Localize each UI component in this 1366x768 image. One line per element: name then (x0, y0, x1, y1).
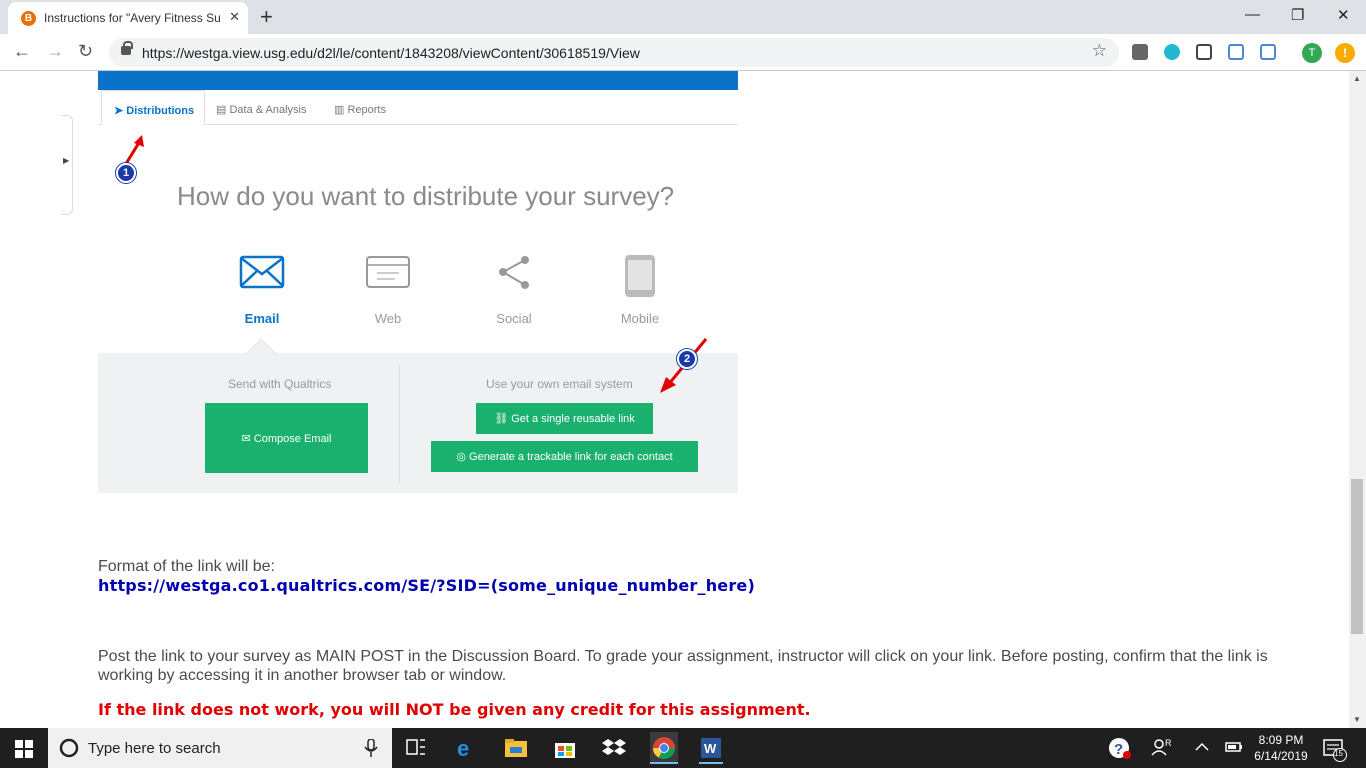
browser-tab-strip: B Instructions for "Avery Fitness Su ✕ +… (0, 0, 1366, 34)
link-icon: ⛓ (494, 413, 512, 425)
svg-text:W: W (704, 741, 717, 756)
distribution-question: How do you want to distribute your surve… (177, 181, 675, 211)
bar-chart-icon: ▥ (334, 104, 348, 116)
page-scrollbar[interactable]: ▲ ▼ (1349, 71, 1366, 728)
extension-icon[interactable] (1132, 44, 1148, 60)
store-icon[interactable] (553, 736, 577, 760)
address-bar[interactable]: https://westga.view.usg.edu/d2l/le/conte… (109, 38, 1119, 67)
lock-icon (121, 41, 133, 55)
right-panel-title: Use your own email system (486, 377, 633, 391)
tab-distributions: ➤ Distributions (101, 90, 206, 125)
action-center-icon[interactable]: 15 (1322, 736, 1347, 762)
qualtrics-screenshot: ➤ Distributions ▤ Data & Analysis ▥ Repo… (98, 71, 738, 493)
browser-tab[interactable]: B Instructions for "Avery Fitness Su ✕ (8, 2, 248, 34)
reload-icon[interactable]: ↻ (78, 41, 93, 62)
word-icon[interactable]: W (699, 732, 723, 764)
distribution-panel: Send with Qualtrics ✉ Compose Email Use … (98, 353, 738, 493)
system-clock[interactable]: 8:09 PM 6/14/2019 (1246, 732, 1316, 764)
taskbar-search[interactable]: Type here to search (48, 728, 392, 768)
envelope-icon: ✉ (241, 433, 254, 445)
share-icon (499, 256, 529, 289)
update-alert-icon[interactable]: ! (1335, 43, 1355, 63)
help-icon[interactable]: ? (1108, 736, 1132, 760)
back-icon[interactable]: ← (13, 41, 31, 62)
reusable-link-button: ⛓ Get a single reusable link (476, 403, 653, 434)
microphone-icon[interactable] (364, 739, 378, 759)
option-mobile: Mobile (595, 255, 685, 326)
media-icon[interactable] (1196, 44, 1212, 60)
data-icon: ▤ (216, 104, 230, 116)
scroll-down-icon[interactable]: ▼ (1353, 715, 1361, 724)
browser-toolbar: ← → ↻ https://westga.view.usg.edu/d2l/le… (0, 34, 1366, 71)
sidebar-toggle[interactable]: ▶ (61, 115, 73, 215)
task-view-icon[interactable] (405, 736, 429, 760)
windows-start-icon[interactable] (15, 740, 33, 758)
forward-icon[interactable]: → (46, 41, 64, 62)
trackable-link-button: ◎ Generate a trackable link for each con… (431, 441, 698, 472)
mobile-phone-icon (625, 255, 655, 297)
dropbox-icon[interactable] (602, 736, 626, 760)
qualtrics-header-bar (98, 71, 738, 90)
url-text[interactable]: https://westga.view.usg.edu/d2l/le/conte… (142, 45, 640, 61)
step-marker-1: 1 (116, 163, 136, 183)
scroll-up-icon[interactable]: ▲ (1353, 74, 1361, 83)
page-content: ▶ ➤ Distributions ▤ Data & Analysis ▥ Re… (0, 71, 1349, 728)
compose-email-button: ✉ Compose Email (205, 403, 368, 473)
search-placeholder: Type here to search (88, 740, 221, 757)
extension-icon[interactable] (1228, 44, 1244, 60)
svg-text:e: e (457, 736, 469, 760)
option-social: Social (469, 255, 559, 326)
chevron-up-icon[interactable] (1193, 736, 1217, 760)
clock-time: 8:09 PM (1258, 733, 1304, 747)
profile-avatar[interactable]: T (1302, 43, 1322, 63)
survey-link-format[interactable]: https://westga.co1.qualtrics.com/SE/?SID… (98, 576, 755, 595)
scroll-thumb[interactable] (1351, 479, 1363, 634)
windows-taskbar: Type here to search e W ? R 8:09 PM 6/14… (0, 728, 1366, 768)
svg-text:R: R (1165, 738, 1172, 748)
extension-icon[interactable] (1260, 44, 1276, 60)
option-email: Email (217, 255, 307, 326)
option-web: Web (343, 255, 433, 326)
envelope-icon (239, 255, 285, 289)
instructions-paragraph: Post the link to your survey as MAIN POS… (98, 648, 1268, 684)
close-window-icon[interactable]: ✕ (1337, 6, 1350, 24)
bookmark-star-icon[interactable]: ☆ (1092, 41, 1107, 61)
file-explorer-icon[interactable] (504, 736, 528, 760)
tab-title: Instructions for "Avery Fitness Su (44, 11, 221, 25)
left-panel-title: Send with Qualtrics (228, 377, 332, 391)
restore-icon[interactable]: ❐ (1291, 6, 1304, 24)
clock-date: 6/14/2019 (1254, 749, 1308, 763)
paper-plane-icon: ➤ (114, 105, 127, 117)
warning-text: If the link does not work, you will NOT … (98, 700, 811, 719)
battery-icon[interactable] (1224, 736, 1248, 760)
cortana-icon (59, 738, 79, 758)
minimize-icon[interactable]: — (1245, 6, 1260, 23)
extension-icon[interactable] (1164, 44, 1180, 60)
step-marker-2: 2 (677, 349, 697, 369)
panel-divider (399, 365, 400, 483)
chrome-icon[interactable] (650, 732, 678, 764)
notification-count: 15 (1334, 749, 1343, 758)
d2l-favicon-icon: B (21, 11, 36, 26)
qualtrics-tabs: ➤ Distributions ▤ Data & Analysis ▥ Repo… (98, 90, 738, 125)
fingerprint-icon: ◎ (456, 451, 470, 463)
browser-window-icon (366, 256, 410, 288)
tab-data-analysis: ▤ Data & Analysis (216, 104, 307, 116)
close-tab-icon[interactable]: ✕ (229, 9, 240, 25)
people-icon[interactable]: R (1151, 736, 1175, 760)
edge-browser-icon[interactable]: e (455, 736, 479, 761)
new-tab-icon[interactable]: + (260, 4, 273, 30)
tab-reports: ▥ Reports (334, 104, 386, 116)
svg-text:?: ? (1114, 741, 1123, 758)
expand-arrow-icon: ▶ (63, 156, 70, 165)
format-label: Format of the link will be: (98, 558, 275, 575)
